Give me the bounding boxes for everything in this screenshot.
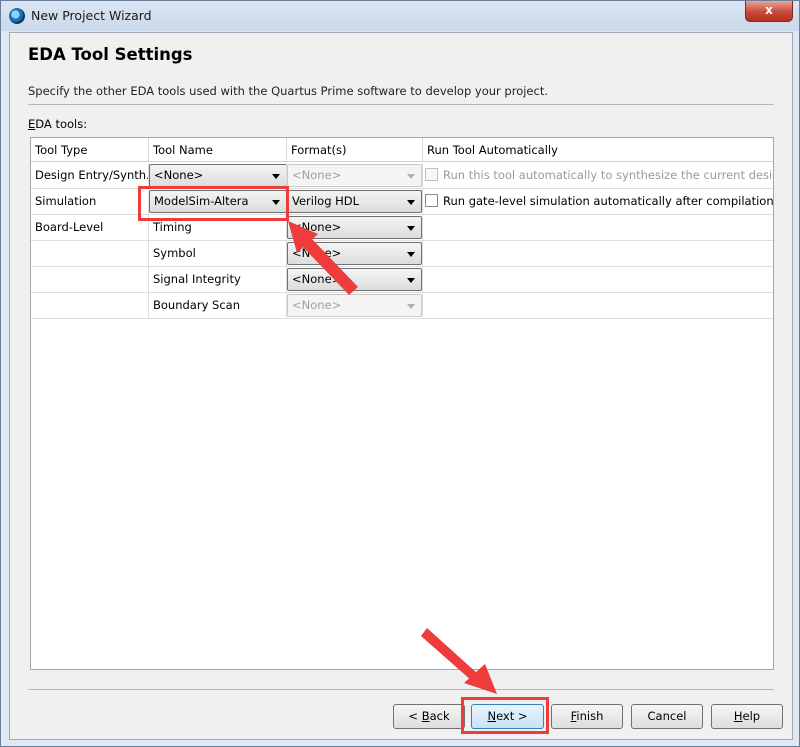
table-row: Signal Integrity <None> <box>31 267 773 293</box>
tool-name-cell: <None> <box>149 163 287 188</box>
table-row: Board-Level Timing <None> <box>31 215 773 241</box>
combo-value: <None> <box>292 298 342 312</box>
table-row: Symbol <None> <box>31 241 773 267</box>
page-title: EDA Tool Settings <box>28 45 193 64</box>
design-entry-format-combo: <None> <box>287 164 422 187</box>
tool-type-cell: Board-Level <box>31 215 149 240</box>
col-header-formats[interactable]: Format(s) <box>287 138 423 162</box>
combo-value: <None> <box>154 168 204 182</box>
chevron-down-icon <box>407 304 415 309</box>
next-button[interactable]: Next > <box>471 704 544 729</box>
tool-name-cell: Boundary Scan <box>149 293 287 318</box>
quartus-app-icon <box>9 8 25 24</box>
format-cell: <None> <box>287 215 423 240</box>
format-cell: <None> <box>287 293 423 318</box>
tool-name-cell: Timing <box>149 215 287 240</box>
chevron-down-icon <box>407 226 415 231</box>
tool-type-cell <box>31 241 149 266</box>
chevron-down-icon <box>407 252 415 257</box>
chevron-down-icon <box>272 200 280 205</box>
format-cell: Verilog HDL <box>287 189 423 214</box>
wizard-window: New Project Wizard x EDA Tool Settings S… <box>0 0 800 747</box>
tool-type-cell <box>31 267 149 292</box>
simulation-format-combo[interactable]: Verilog HDL <box>287 190 422 213</box>
combo-value: <None> <box>292 246 342 260</box>
timing-format-combo[interactable]: <None> <box>287 216 422 239</box>
tool-type-cell <box>31 293 149 318</box>
back-accel: B <box>421 709 430 723</box>
cancel-button[interactable]: Cancel <box>631 704 703 729</box>
chevron-down-icon <box>407 174 415 179</box>
help-button[interactable]: Help <box>711 704 783 729</box>
signal-integrity-format-combo[interactable]: <None> <box>287 268 422 291</box>
header-divider <box>28 104 774 105</box>
finish-button[interactable]: Finish <box>551 704 623 729</box>
close-button[interactable]: x <box>745 1 793 22</box>
chevron-down-icon <box>272 174 280 179</box>
combo-value: <None> <box>292 220 342 234</box>
run-gate-level-sim-checkbox[interactable]: Run gate-level simulation automatically … <box>425 189 774 214</box>
checkbox-box[interactable] <box>425 194 438 207</box>
back-prefix: < <box>408 709 422 723</box>
footer-divider <box>28 689 774 690</box>
combo-value: <None> <box>292 272 342 286</box>
wizard-content: EDA Tool Settings Specify the other EDA … <box>9 32 793 740</box>
combo-value: <None> <box>292 168 342 182</box>
table-row: Boundary Scan <None> <box>31 293 773 319</box>
run-synthesis-auto-checkbox: Run this tool automatically to synthesiz… <box>425 163 774 188</box>
checkbox-label: Run this tool automatically to synthesiz… <box>443 168 774 182</box>
checkbox-label: Run gate-level simulation automatically … <box>443 194 774 208</box>
finish-rest: inish <box>576 709 604 723</box>
simulation-tool-combo[interactable]: ModelSim-Altera <box>149 190 286 213</box>
tool-type-cell: Simulation <box>31 189 149 214</box>
title-bar[interactable]: New Project Wizard x <box>1 1 799 31</box>
tool-name-cell: Symbol <box>149 241 287 266</box>
page-subtitle: Specify the other EDA tools used with th… <box>28 84 548 98</box>
design-entry-tool-combo[interactable]: <None> <box>149 164 286 187</box>
symbol-format-combo[interactable]: <None> <box>287 242 422 265</box>
eda-tools-table: Tool Type Tool Name Format(s) Run Tool A… <box>30 137 774 670</box>
format-cell: <None> <box>287 241 423 266</box>
format-cell: <None> <box>287 163 423 188</box>
combo-value: ModelSim-Altera <box>154 194 249 208</box>
next-rest: ext > <box>496 709 528 723</box>
next-accel: N <box>487 709 497 723</box>
tool-type-cell: Design Entry/Synth... <box>31 163 149 188</box>
col-header-run-auto[interactable]: Run Tool Automatically <box>423 138 773 162</box>
back-rest: ack <box>429 709 450 723</box>
help-accel: H <box>733 709 743 723</box>
chevron-down-icon <box>407 200 415 205</box>
table-row: Simulation ModelSim-Altera Verilog HDL R… <box>31 189 773 215</box>
col-header-tool-type[interactable]: Tool Type <box>31 138 149 162</box>
format-cell: <None> <box>287 267 423 292</box>
checkbox-box <box>425 168 438 181</box>
table-row: Design Entry/Synth... <None> <None> Run … <box>31 163 773 189</box>
window-title: New Project Wizard <box>31 8 152 23</box>
tool-name-cell: ModelSim-Altera <box>149 189 287 214</box>
chevron-down-icon <box>407 278 415 283</box>
combo-value: Verilog HDL <box>292 194 360 208</box>
boundary-scan-format-combo: <None> <box>287 294 422 317</box>
back-button[interactable]: < Back <box>393 704 465 729</box>
tool-name-cell: Signal Integrity <box>149 267 287 292</box>
help-rest: elp <box>742 709 761 723</box>
eda-tools-label-rest: DA tools: <box>35 117 88 131</box>
col-header-tool-name[interactable]: Tool Name <box>149 138 287 162</box>
eda-tools-label: EDA tools: <box>28 117 87 131</box>
